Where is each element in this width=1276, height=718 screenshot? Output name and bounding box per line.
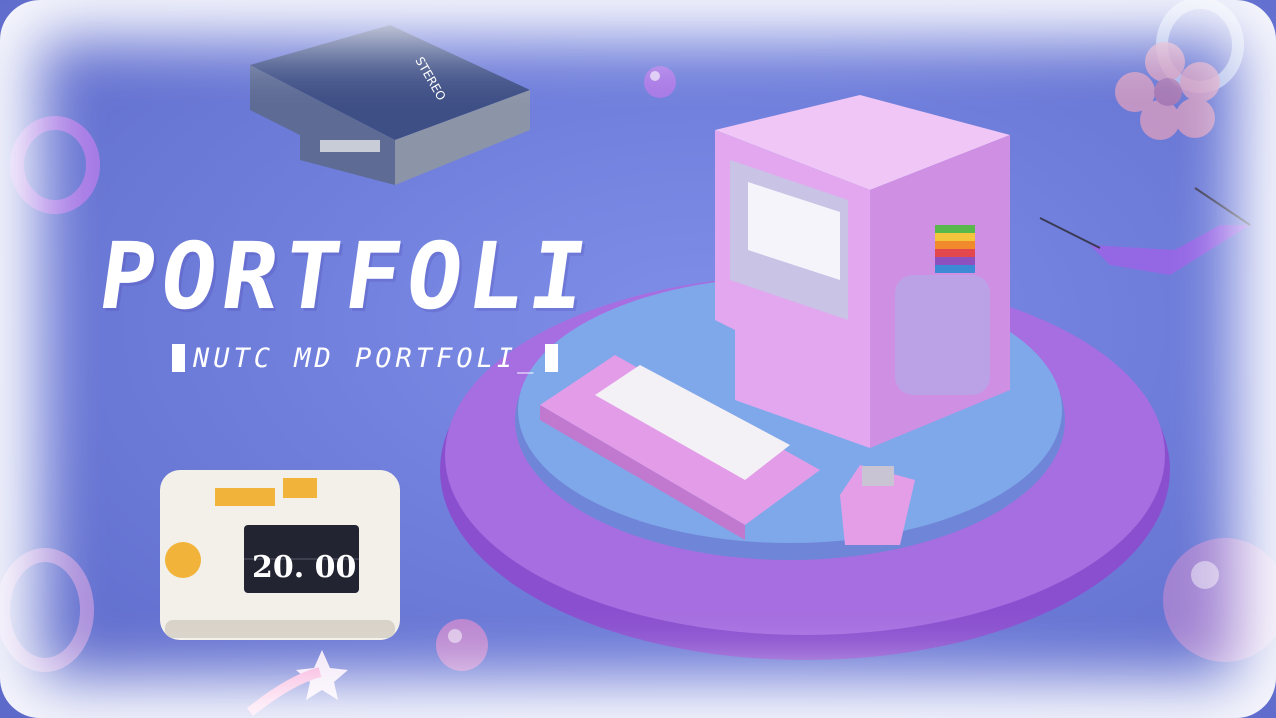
cursor-block-right (545, 344, 559, 372)
flip-clock: 20. 00 (160, 470, 400, 640)
page-subtitle: NUTC MD PORTFOLI_ (193, 342, 538, 374)
page-title: PORTFOLI (92, 223, 599, 330)
cursor-block-left (172, 344, 185, 372)
star-sticker-icon (246, 650, 348, 716)
sunglasses (1039, 187, 1251, 275)
hero-scene: STEREO 20. 00 PORTFOLI NUTC MD PORTFOLI_ (0, 0, 1276, 718)
clock-time: 20. 00 (252, 550, 356, 585)
hero-subtitle-block: NUTC MD PORTFOLI_ (172, 340, 559, 376)
retro-computer (715, 95, 1010, 448)
cassette-walkman: STEREO (250, 25, 530, 185)
glass-flower (1115, 42, 1220, 140)
hero-title-block: PORTFOLI (93, 222, 670, 332)
apple-logo-sticker-icon (935, 225, 975, 273)
